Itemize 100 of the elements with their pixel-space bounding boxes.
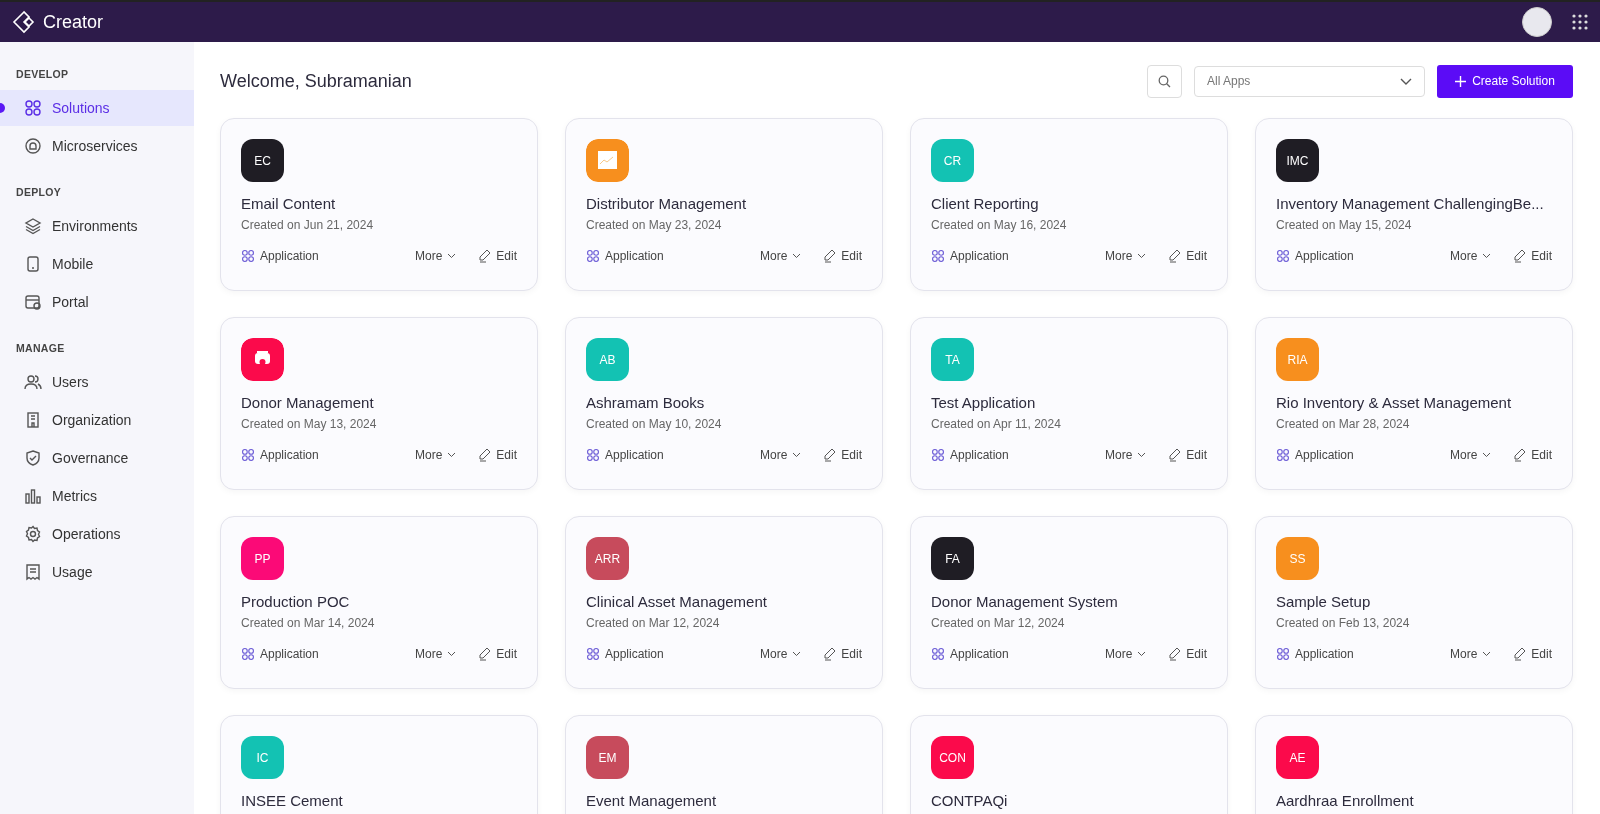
initials-avatar: FA — [931, 537, 974, 580]
solution-card[interactable]: EM Event Management — [565, 715, 883, 814]
edit-button[interactable]: Edit — [1513, 647, 1552, 661]
created-date: Created on Mar 28, 2024 — [1276, 417, 1411, 431]
more-button[interactable]: More — [1104, 647, 1147, 661]
chevron-down-icon — [792, 651, 802, 657]
more-button[interactable]: More — [414, 249, 457, 263]
application-icon — [1276, 448, 1290, 462]
user-avatar[interactable] — [1522, 7, 1552, 37]
bars-icon — [24, 487, 42, 505]
solution-title: Donor Management — [241, 394, 375, 411]
solution-card[interactable]: CON CONTPAQi — [910, 715, 1228, 814]
solution-card[interactable]: Distributor Management Created on May 23, 2024 Application More Edit — [565, 118, 883, 291]
edit-button[interactable]: Edit — [1513, 448, 1552, 462]
edit-button[interactable]: Edit — [1168, 249, 1207, 263]
more-button[interactable]: More — [759, 647, 802, 661]
layers-icon — [24, 217, 42, 235]
created-date: Created on Apr 11, 2024 — [931, 417, 1062, 431]
create-solution-button[interactable]: Create Solution — [1437, 64, 1573, 98]
solution-type: Application — [605, 448, 664, 462]
apps-filter-dropdown[interactable]: All Apps — [1194, 65, 1425, 97]
solution-type: Application — [260, 249, 319, 263]
solution-card[interactable]: PP Production POC Created on Mar 14, 2024 Application More Edit — [220, 516, 538, 689]
solution-title: INSEE Cement — [241, 792, 344, 809]
sidebar-item[interactable]: Governance — [0, 440, 194, 476]
sidebar-item[interactable]: Operations — [0, 516, 194, 552]
portal-icon — [24, 293, 42, 311]
sidebar-item[interactable]: Organization — [0, 402, 194, 438]
solution-title: Client Reporting — [931, 195, 1040, 212]
more-button[interactable]: More — [759, 249, 802, 263]
chevron-down-icon — [1137, 452, 1147, 458]
sidebar-item[interactable]: Portal — [0, 284, 194, 320]
more-button[interactable]: More — [414, 647, 457, 661]
solution-card[interactable]: FA Donor Management System Created on Mar 12, 2024 Application More Edit — [910, 516, 1228, 689]
more-button[interactable]: More — [759, 448, 802, 462]
diamond-logo-icon — [12, 10, 36, 34]
shield-icon — [24, 449, 42, 467]
solution-card[interactable]: AE Aardhraa Enrollment — [1255, 715, 1573, 814]
chevron-down-icon — [447, 651, 457, 657]
edit-button[interactable]: Edit — [823, 249, 862, 263]
chevron-down-icon — [792, 452, 802, 458]
edit-button[interactable]: Edit — [823, 448, 862, 462]
more-button[interactable]: More — [1449, 249, 1492, 263]
mobile-icon — [24, 255, 42, 273]
sidebar-item[interactable]: Mobile — [0, 246, 194, 282]
search-button[interactable] — [1147, 64, 1182, 98]
chevron-down-icon — [1137, 651, 1147, 657]
solution-type: Application — [605, 249, 664, 263]
building-icon — [24, 411, 42, 429]
created-date: Created on Feb 13, 2024 — [1276, 616, 1411, 630]
solution-type: Application — [950, 249, 1009, 263]
solution-title: Rio Inventory & Asset Management — [1276, 394, 1513, 411]
sidebar-item[interactable]: Users — [0, 364, 194, 400]
more-button[interactable]: More — [1104, 448, 1147, 462]
edit-button[interactable]: Edit — [478, 647, 517, 661]
solution-card[interactable]: IC INSEE Cement — [220, 715, 538, 814]
pencil-icon — [478, 448, 492, 462]
more-button[interactable]: More — [1449, 647, 1492, 661]
application-icon — [931, 647, 945, 661]
solution-card[interactable]: SS Sample Setup Created on Feb 13, 2024 Application More Edit — [1255, 516, 1573, 689]
edit-button[interactable]: Edit — [1513, 249, 1552, 263]
section-heading: DEVELOP — [15, 68, 70, 80]
solution-card[interactable]: RIA Rio Inventory & Asset Management Created on Mar 28, 2024 Application More Edit — [1255, 317, 1573, 490]
pencil-icon — [823, 647, 837, 661]
chevron-down-icon — [792, 253, 802, 259]
solution-title: Ashramam Books — [586, 394, 706, 411]
solution-card[interactable]: TA Test Application Created on Apr 11, 2024 Application More Edit — [910, 317, 1228, 490]
created-date: Created on May 13, 2024 — [241, 417, 378, 431]
sidebar-item[interactable]: Solutions — [0, 90, 194, 126]
sidebar-item[interactable]: Microservices — [0, 128, 194, 164]
more-button[interactable]: More — [1104, 249, 1147, 263]
edit-button[interactable]: Edit — [478, 249, 517, 263]
solution-card[interactable]: IMC Inventory Management ChallengingBe... Created on May 15, 2024 Application More Edit — [1255, 118, 1573, 291]
initials-avatar: CON — [931, 736, 974, 779]
sidebar-item[interactable]: Environments — [0, 208, 194, 244]
solution-type: Application — [1295, 647, 1354, 661]
initials-avatar: RIA — [1276, 338, 1319, 381]
solution-card[interactable]: ARR Clinical Asset Management Created on Mar 12, 2024 Application More Edit — [565, 516, 883, 689]
solution-card[interactable]: AB Ashramam Books Created on May 10, 2024 Application More Edit — [565, 317, 883, 490]
sidebar-item[interactable]: Metrics — [0, 478, 194, 514]
sidebar-item[interactable]: Usage — [0, 554, 194, 590]
pencil-icon — [1168, 647, 1182, 661]
edit-button[interactable]: Edit — [823, 647, 862, 661]
edit-button[interactable]: Edit — [1168, 448, 1207, 462]
application-icon — [586, 249, 600, 263]
pencil-icon — [1513, 249, 1527, 263]
solution-card[interactable]: Donor Management Created on May 13, 2024 Application More Edit — [220, 317, 538, 490]
solution-card[interactable]: EC Email Content Created on Jun 21, 2024 Application More Edit — [220, 118, 538, 291]
app-grid-icon[interactable] — [1572, 14, 1588, 30]
solution-type: Application — [260, 647, 319, 661]
edit-button[interactable]: Edit — [1168, 647, 1207, 661]
application-icon — [241, 249, 255, 263]
solution-title: CONTPAQi — [931, 792, 1009, 809]
created-date: Created on May 23, 2024 — [586, 218, 723, 232]
solution-title: Event Management — [586, 792, 718, 809]
solution-type: Application — [1295, 448, 1354, 462]
solution-card[interactable]: CR Client Reporting Created on May 16, 2024 Application More Edit — [910, 118, 1228, 291]
more-button[interactable]: More — [414, 448, 457, 462]
more-button[interactable]: More — [1449, 448, 1492, 462]
edit-button[interactable]: Edit — [478, 448, 517, 462]
